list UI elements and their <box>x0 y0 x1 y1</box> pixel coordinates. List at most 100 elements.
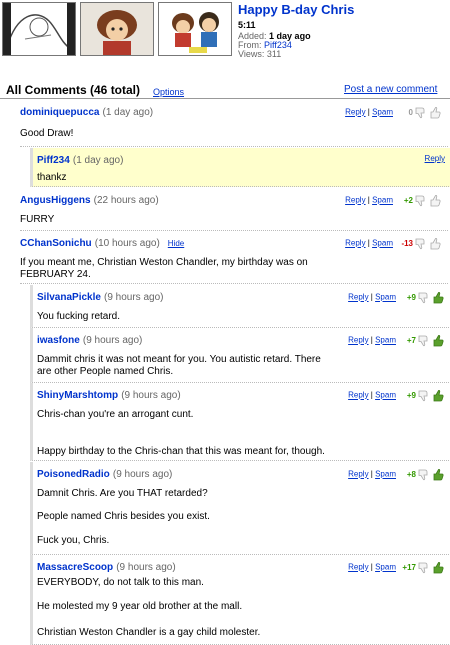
comment-controls: Reply | Spam +2 <box>345 194 442 207</box>
comment-controls: Reply | Spam -13 <box>345 237 442 250</box>
comment-author-link[interactable]: dominiquepucca <box>20 107 99 118</box>
comment-text: FEBRUARY 24. <box>20 269 91 280</box>
comment-text: People named Chris besides you exist. <box>37 511 210 522</box>
comment-controls: Reply <box>425 154 445 163</box>
thumbs-down-icon[interactable] <box>417 561 430 574</box>
reply-link[interactable]: Reply <box>345 196 365 205</box>
reply-link[interactable]: Reply <box>348 470 368 479</box>
spam-link[interactable]: Spam <box>375 336 396 345</box>
spam-link[interactable]: Spam <box>375 391 396 400</box>
spam-link[interactable]: Spam <box>375 470 396 479</box>
thumbs-up-icon[interactable] <box>432 389 445 402</box>
thumbs-down-icon[interactable] <box>417 389 430 402</box>
comment-text: are other People named Chris. <box>37 366 174 377</box>
thumbs-up-icon[interactable] <box>429 106 442 119</box>
comment-text: thankz <box>37 172 67 183</box>
thumbs-up-icon[interactable] <box>432 561 445 574</box>
comment: AngusHiggens (22 hours ago) Reply | Spam +… <box>20 188 448 231</box>
video-title[interactable]: Happy B-day Chris <box>238 2 354 17</box>
reply-link[interactable]: Reply <box>348 293 368 302</box>
thumbs-down-icon[interactable] <box>414 237 427 250</box>
comment-age: (22 hours ago) <box>93 195 159 206</box>
comment-text: Good Draw! <box>20 128 74 139</box>
reply-link[interactable]: Reply <box>348 391 368 400</box>
comment-age: (9 hours ago) <box>121 390 181 401</box>
thumbs-up-icon[interactable] <box>432 468 445 481</box>
comment-age: (10 hours ago) <box>94 238 160 249</box>
comments-divider <box>0 98 450 99</box>
comment-controls: Reply | Spam +17 <box>348 561 445 574</box>
spam-link[interactable]: Spam <box>375 563 396 572</box>
spam-link[interactable]: Spam <box>372 239 393 248</box>
reply-link[interactable]: Reply <box>425 154 445 163</box>
views-label: Views: <box>238 49 265 59</box>
comment-controls: Reply | Spam +7 <box>348 334 445 347</box>
thumbs-down-icon[interactable] <box>417 334 430 347</box>
comment-age: (1 day ago) <box>72 155 124 166</box>
comment-text: Christian Weston Chandler is a gay child… <box>37 627 261 638</box>
views-value: 311 <box>266 49 282 59</box>
comment-header: PoisonedRadio (9 hours ago) <box>37 468 172 480</box>
comment-header: MassacreScoop (9 hours ago) <box>37 561 176 573</box>
comment-text: Happy birthday to the Chris-chan that th… <box>37 446 325 457</box>
video-header: Happy B-day Chris 5:11 Added: 1 day ago … <box>0 0 450 70</box>
reply-link[interactable]: Reply <box>345 239 365 248</box>
video-thumbnail-1[interactable] <box>2 2 76 56</box>
thumbs-up-icon[interactable] <box>429 237 442 250</box>
spam-link[interactable]: Spam <box>372 196 393 205</box>
video-views: Views: 311 <box>238 49 281 59</box>
comment: dominiquepucca (1 day ago) Reply | Spam 0 G… <box>20 100 448 147</box>
comment-text: Dammit chris it was not meant for you. Y… <box>37 354 321 365</box>
thumbs-up-icon[interactable] <box>432 291 445 304</box>
thumbs-up-icon[interactable] <box>432 334 445 347</box>
thumbs-down-icon[interactable] <box>414 194 427 207</box>
thumbs-down-icon[interactable] <box>414 106 427 119</box>
comment-author-link[interactable]: Piff234 <box>37 155 70 166</box>
spam-link[interactable]: Spam <box>375 293 396 302</box>
thumbs-down-icon[interactable] <box>417 468 430 481</box>
comment-text: Chris-chan you're an arrogant cunt. <box>37 409 194 420</box>
comment-score: +17 <box>402 562 416 572</box>
comment-text: He molested my 9 year old brother at the… <box>37 601 243 612</box>
comment-header: Piff234 (1 day ago) <box>37 154 123 166</box>
comment-author-link[interactable]: iwasfone <box>37 335 80 346</box>
comment-age: (9 hours ago) <box>116 562 176 573</box>
comment: PoisonedRadio (9 hours ago) Reply | Spam +… <box>30 462 450 555</box>
reply-link[interactable]: Reply <box>345 108 365 117</box>
comment-author-link[interactable]: PoisonedRadio <box>37 469 110 480</box>
spam-link[interactable]: Spam <box>372 108 393 117</box>
comment-controls: Reply | Spam +9 <box>348 291 445 304</box>
comment-header: ShinyMarshtomp (9 hours ago) <box>37 389 181 401</box>
comment: CChanSonichu (10 hours ago) Hide Reply | S… <box>20 231 448 284</box>
comment-score: -13 <box>401 238 413 248</box>
comment-age: (1 day ago) <box>102 107 154 118</box>
video-thumbnail-3[interactable] <box>158 2 232 56</box>
comment-author-link[interactable]: MassacreScoop <box>37 562 113 573</box>
post-new-comment-link[interactable]: Post a new comment <box>344 84 437 95</box>
comment-header: AngusHiggens (22 hours ago) <box>20 194 159 206</box>
all-comments-title: All Comments (46 total) <box>6 83 141 97</box>
thumbs-down-icon[interactable] <box>417 291 430 304</box>
comment-text: EVERYBODY, do not talk to this man. <box>37 577 204 588</box>
comment: ShinyMarshtomp (9 hours ago) Reply | Spam… <box>30 383 450 461</box>
video-thumbnail-2[interactable] <box>80 2 154 56</box>
reply-link[interactable]: Reply <box>348 563 368 572</box>
comment-score: +2 <box>403 195 413 205</box>
comment-author-link[interactable]: SilvanaPickle <box>37 292 101 303</box>
options-link[interactable]: Options <box>153 87 184 97</box>
comment-controls: Reply | Spam +8 <box>348 468 445 481</box>
thumbs-up-icon[interactable] <box>429 194 442 207</box>
comment: MassacreScoop (9 hours ago) Reply | Spam +… <box>30 555 450 645</box>
comment-age: (9 hours ago) <box>82 335 143 346</box>
comment-controls: Reply | Spam 0 <box>345 106 442 119</box>
comment-author-link[interactable]: ShinyMarshtomp <box>37 390 118 401</box>
video-duration: 5:11 <box>238 20 256 30</box>
comment-header: SilvanaPickle (9 hours ago) <box>37 291 163 303</box>
hide-link[interactable]: Hide <box>168 239 184 248</box>
comment-header: dominiquepucca (1 day ago) <box>20 106 153 118</box>
comment-text: You fucking retard. <box>37 311 121 322</box>
comment-score: +9 <box>406 292 416 302</box>
comment-author-link[interactable]: AngusHiggens <box>20 195 91 206</box>
reply-link[interactable]: Reply <box>348 336 368 345</box>
comment-author-link[interactable]: CChanSonichu <box>20 238 92 249</box>
